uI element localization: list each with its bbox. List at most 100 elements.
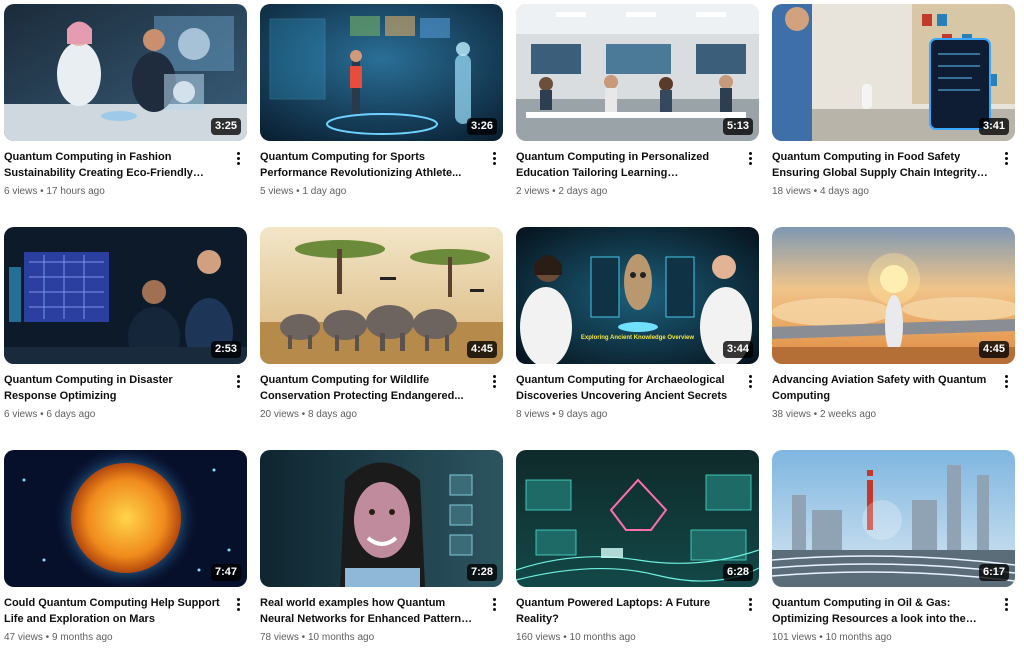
video-thumbnail[interactable]: Exploring Ancient Knowledge Overview 3:4…: [516, 227, 759, 364]
video-duration: 4:45: [466, 341, 497, 358]
video-title[interactable]: Quantum Computing in Personalized Educat…: [516, 149, 735, 181]
upload-age: 10 months ago: [307, 632, 375, 643]
video-grid: 3:25 Quantum Computing in Fashion Sustai…: [0, 0, 1024, 648]
video-stats: 101 views • 10 months ago: [772, 632, 892, 643]
video-duration: 3:41: [978, 118, 1009, 135]
video-card[interactable]: 6:28 Quantum Powered Laptops: A Future R…: [516, 450, 759, 645]
video-thumbnail[interactable]: 7:47: [4, 450, 247, 587]
video-stats: 5 views • 1 day ago: [260, 186, 347, 197]
video-meta: Quantum Computing for Wildlife Conservat…: [260, 372, 503, 422]
video-duration: 5:13: [722, 118, 753, 135]
video-duration: 4:45: [978, 341, 1009, 358]
view-count: 38 views: [772, 409, 811, 420]
view-count: 101 views: [772, 632, 817, 643]
video-stats: 38 views • 2 weeks ago: [772, 409, 877, 420]
view-count: 47 views: [4, 632, 43, 643]
video-title[interactable]: Real world examples how Quantum Neural N…: [260, 595, 479, 627]
video-card[interactable]: 6:17 Quantum Computing in Oil & Gas: Opt…: [772, 450, 1015, 645]
upload-age: 10 months ago: [825, 632, 892, 643]
more-vertical-icon[interactable]: [487, 149, 501, 167]
video-duration: 2:53: [210, 341, 241, 358]
video-meta: Quantum Computing in Personalized Educat…: [516, 149, 759, 199]
video-title[interactable]: Quantum Computing for Wildlife Conservat…: [260, 372, 479, 404]
video-card[interactable]: 4:45 Quantum Computing for Wildlife Cons…: [260, 227, 503, 422]
more-vertical-icon[interactable]: [999, 372, 1013, 390]
more-vertical-icon[interactable]: [743, 372, 757, 390]
video-thumbnail[interactable]: 3:41: [772, 4, 1015, 141]
video-stats: 20 views • 8 days ago: [260, 409, 357, 420]
video-title[interactable]: Quantum Computing in Food Safety Ensurin…: [772, 149, 991, 181]
video-stats: 8 views • 9 days ago: [516, 409, 608, 420]
video-duration: 3:26: [466, 118, 497, 135]
upload-age: 17 hours ago: [46, 186, 105, 197]
more-vertical-icon[interactable]: [231, 372, 245, 390]
more-vertical-icon[interactable]: [743, 595, 757, 613]
view-count: 160 views: [516, 632, 561, 643]
upload-age: 9 days ago: [558, 409, 608, 420]
video-thumbnail[interactable]: 3:26: [260, 4, 503, 141]
more-vertical-icon[interactable]: [999, 149, 1013, 167]
video-duration: 3:25: [210, 118, 241, 135]
view-count: 6 views: [4, 186, 38, 197]
video-duration: 6:17: [978, 564, 1009, 581]
more-vertical-icon[interactable]: [743, 149, 757, 167]
video-meta: Quantum Computing in Fashion Sustainabil…: [4, 149, 247, 199]
video-title[interactable]: Quantum Computing for Archaeological Dis…: [516, 372, 735, 404]
video-title[interactable]: Advancing Aviation Safety with Quantum C…: [772, 372, 991, 404]
video-duration: 7:47: [210, 564, 241, 581]
video-meta: Quantum Computing in Disaster Response O…: [4, 372, 247, 422]
view-count: 2 views: [516, 186, 550, 197]
video-thumbnail[interactable]: 4:45: [260, 227, 503, 364]
more-vertical-icon[interactable]: [231, 595, 245, 613]
upload-age: 10 months ago: [569, 632, 636, 643]
video-thumbnail[interactable]: 2:53: [4, 227, 247, 364]
video-meta: Quantum Computing in Oil & Gas: Optimizi…: [772, 595, 1015, 645]
upload-age: 4 days ago: [819, 186, 869, 197]
upload-age: 2 weeks ago: [819, 409, 877, 420]
view-count: 20 views: [260, 409, 299, 420]
video-card[interactable]: 3:26 Quantum Computing for Sports Perfor…: [260, 4, 503, 199]
video-meta: Quantum Powered Laptops: A Future Realit…: [516, 595, 759, 645]
more-vertical-icon[interactable]: [231, 149, 245, 167]
video-card[interactable]: 3:41 Quantum Computing in Food Safety En…: [772, 4, 1015, 199]
video-meta: Quantum Computing in Food Safety Ensurin…: [772, 149, 1015, 199]
video-title[interactable]: Quantum Computing in Fashion Sustainabil…: [4, 149, 223, 181]
video-thumbnail[interactable]: 5:13: [516, 4, 759, 141]
upload-age: 1 day ago: [302, 186, 347, 197]
view-count: 18 views: [772, 186, 811, 197]
video-card[interactable]: 7:28 Real world examples how Quantum Neu…: [260, 450, 503, 645]
more-vertical-icon[interactable]: [487, 372, 501, 390]
more-vertical-icon[interactable]: [487, 595, 501, 613]
video-stats: 6 views • 17 hours ago: [4, 186, 105, 197]
video-thumbnail[interactable]: 3:25: [4, 4, 247, 141]
video-card[interactable]: 5:13 Quantum Computing in Personalized E…: [516, 4, 759, 199]
video-title[interactable]: Quantum Computing in Disaster Response O…: [4, 372, 223, 404]
video-title[interactable]: Quantum Powered Laptops: A Future Realit…: [516, 595, 735, 627]
video-title[interactable]: Could Quantum Computing Help Support Lif…: [4, 595, 223, 627]
video-thumbnail[interactable]: 6:28: [516, 450, 759, 587]
upload-age: 2 days ago: [558, 186, 608, 197]
thumbnail-caption: Exploring Ancient Knowledge Overview: [580, 335, 695, 341]
video-card[interactable]: 2:53 Quantum Computing in Disaster Respo…: [4, 227, 247, 422]
video-meta: Could Quantum Computing Help Support Lif…: [4, 595, 247, 645]
video-duration: 3:44: [722, 341, 753, 358]
video-title[interactable]: Quantum Computing in Oil & Gas: Optimizi…: [772, 595, 991, 627]
video-stats: 160 views • 10 months ago: [516, 632, 636, 643]
video-card[interactable]: 3:25 Quantum Computing in Fashion Sustai…: [4, 4, 247, 199]
video-duration: 7:28: [466, 564, 497, 581]
video-card[interactable]: Exploring Ancient Knowledge Overview 3:4…: [516, 227, 759, 422]
view-count: 78 views: [260, 632, 299, 643]
video-title[interactable]: Quantum Computing for Sports Performance…: [260, 149, 479, 181]
video-thumbnail[interactable]: 4:45: [772, 227, 1015, 364]
view-count: 8 views: [516, 409, 550, 420]
more-vertical-icon[interactable]: [999, 595, 1013, 613]
video-stats: 2 views • 2 days ago: [516, 186, 608, 197]
video-thumbnail[interactable]: 6:17: [772, 450, 1015, 587]
video-card[interactable]: 4:45 Advancing Aviation Safety with Quan…: [772, 227, 1015, 422]
video-stats: 78 views • 10 months ago: [260, 632, 375, 643]
video-thumbnail[interactable]: 7:28: [260, 450, 503, 587]
video-card[interactable]: 7:47 Could Quantum Computing Help Suppor…: [4, 450, 247, 645]
video-stats: 6 views • 6 days ago: [4, 409, 96, 420]
view-count: 6 views: [4, 409, 38, 420]
upload-age: 6 days ago: [46, 409, 96, 420]
